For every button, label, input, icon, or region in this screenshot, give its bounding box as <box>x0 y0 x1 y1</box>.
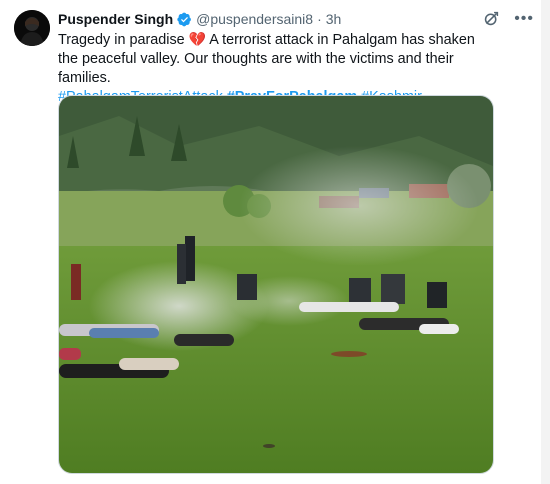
author-name[interactable]: Puspender Singh <box>58 11 173 27</box>
scrollbar[interactable] <box>541 0 550 484</box>
separator: · <box>317 11 322 27</box>
grok-icon[interactable] <box>483 10 500 27</box>
more-icon[interactable]: ••• <box>514 10 534 27</box>
tweet-media-photo[interactable] <box>58 95 494 474</box>
timestamp[interactable]: 3h <box>326 11 342 27</box>
avatar-image <box>14 10 50 46</box>
broken-heart-icon: 💔 <box>188 31 207 47</box>
avatar[interactable] <box>14 10 50 46</box>
tweet[interactable]: Puspender Singh @puspendersaini8 · 3h ••… <box>0 0 550 484</box>
tweet-text-part1: Tragedy in paradise <box>58 32 189 48</box>
scene-image <box>59 96 493 473</box>
verified-badge-icon <box>177 12 192 26</box>
tweet-actions: ••• <box>483 10 534 27</box>
author-handle[interactable]: @puspendersaini8 <box>196 11 313 27</box>
tweet-header: Puspender Singh @puspendersaini8 · 3h <box>58 9 536 29</box>
